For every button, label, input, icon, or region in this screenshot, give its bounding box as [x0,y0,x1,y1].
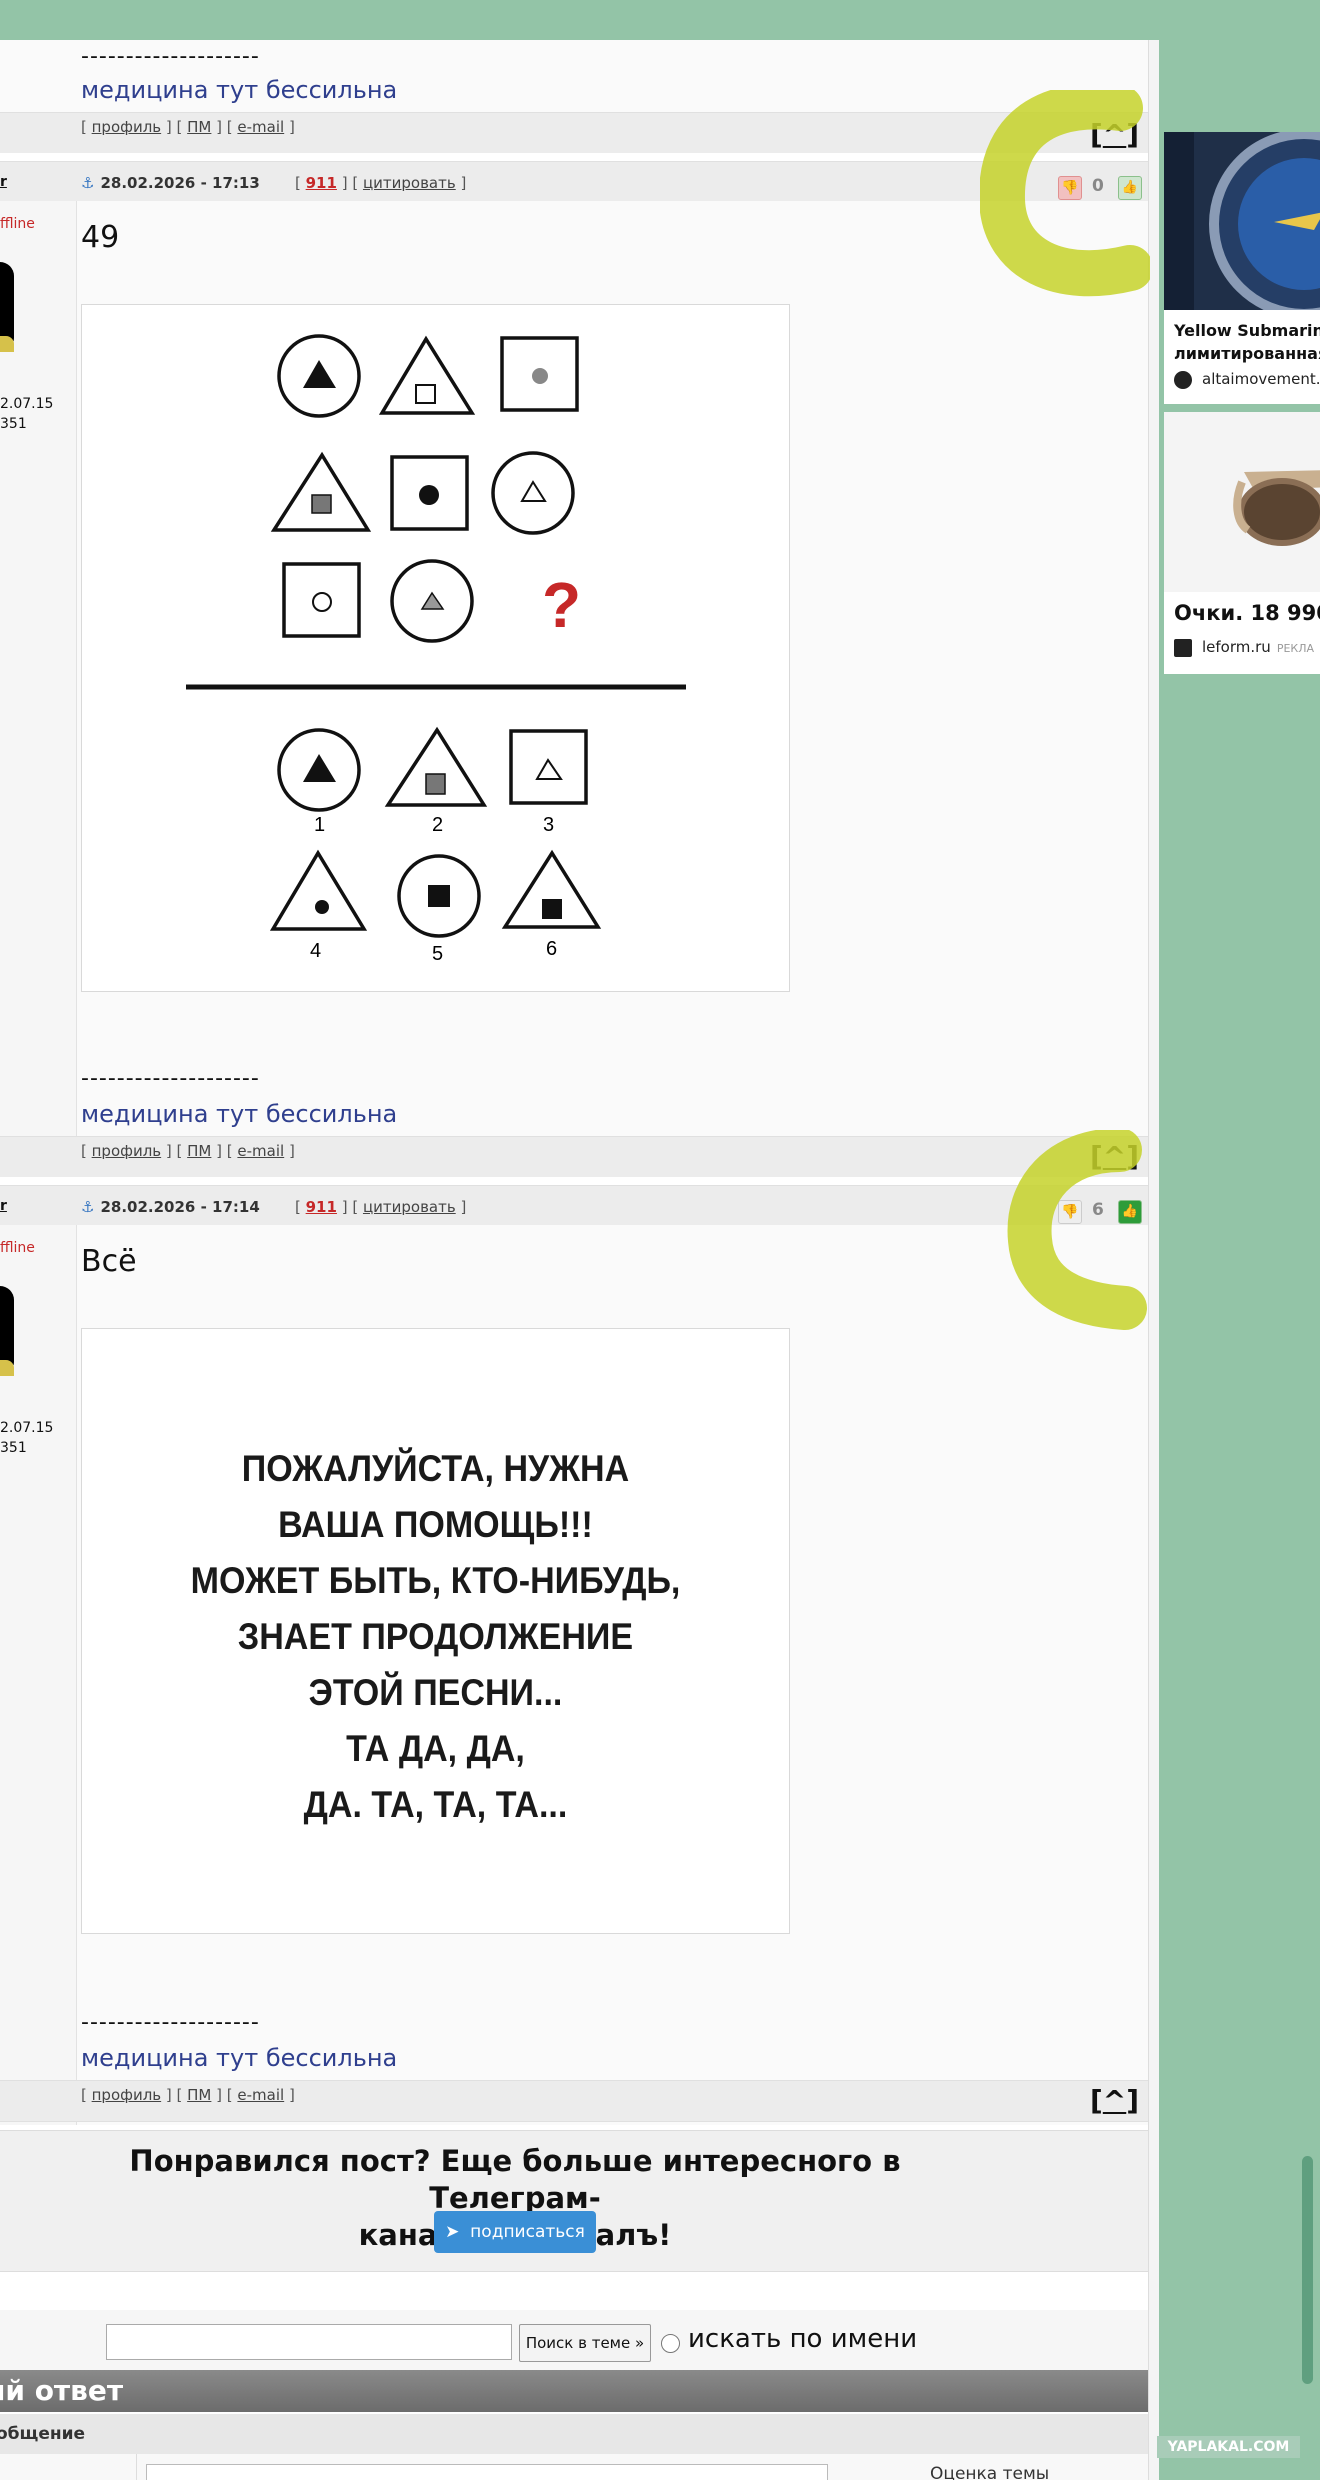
post-text: 49 [81,220,120,255]
pm-link[interactable]: ПМ [187,1142,211,1160]
search-by-name-checkbox[interactable] [661,2334,680,2353]
answer-label: 2 [432,814,443,836]
avatar[interactable] [0,1286,14,1376]
sunglasses-image [1164,412,1320,592]
ad-card[interactable]: Очки. 18 990 ₽ leform.ruРЕКЛА [1164,412,1320,674]
question-mark: ? [542,569,581,641]
reg-date: 2.07.15 [0,1420,54,1436]
post-header: ⚓ 28.02.2026 - 17:14 [ 911 ] [ цитировать… [81,1198,467,1216]
profile-link[interactable]: профиль [92,1142,162,1160]
answer-label: 6 [546,938,557,960]
post-number-link[interactable]: 911 [306,1198,337,1216]
author-name[interactable]: r [0,1198,7,1214]
telegram-icon: ➤ [445,2222,460,2242]
online-status: ffline [0,1240,35,1256]
profile-link[interactable]: профиль [92,118,162,136]
meme-image[interactable]: ПОЖАЛУЙСТА, НУЖНА ВАША ПОМОЩЬ!!! МОЖЕТ Б… [81,1328,790,1934]
reply-textarea[interactable] [146,2464,828,2480]
meme-line: ДА. ТА, ТА, ТА... [303,1784,568,1825]
brand-icon [1174,638,1192,657]
message-label-bar: общение [0,2414,1150,2454]
separator [0,153,1150,161]
author-name[interactable]: r [0,174,7,190]
ad-card[interactable]: Yellow Submarine лимитированная altaimove… [1164,132,1320,404]
meme-line: ВАША ПОМОЩЬ!!! [278,1504,593,1545]
post-date: 28.02.2026 - 17:13 [100,174,260,192]
answer-label: 3 [543,814,554,836]
subscribe-button[interactable]: ➤ подписаться [434,2211,596,2253]
search-button[interactable]: Поиск в теме » [519,2324,651,2362]
ad-title: Yellow Submarine лимитированная [1174,321,1320,363]
answer-label: 5 [432,943,443,965]
watch-image [1164,132,1320,310]
anchor-icon[interactable]: ⚓ [81,174,94,192]
signature-dashes: -------------------- [81,1066,260,1091]
post-count: 351 [0,1440,27,1456]
post-number-link[interactable]: 911 [306,174,337,192]
rating-label: Оценка темы [930,2464,1050,2480]
site-watermark: YAPLAKAL.COM [1157,2436,1300,2458]
meme-line: ПОЖАЛУЙСТА, НУЖНА [241,1448,630,1489]
quote-link[interactable]: цитировать [363,174,456,192]
avatar[interactable] [0,262,14,352]
puzzle-svg: ? 1 2 3 4 5 6 [186,334,686,965]
post-text: Всё [81,1244,137,1279]
post-links: [ профиль ] [ ПМ ] [ e-mail ] [81,1142,295,1160]
quote-link[interactable]: цитировать [363,1198,456,1216]
reply-area: Оценка темы 124 [0,2454,1150,2480]
quick-reply-header: ый ответ [0,2370,1150,2412]
post-links: [ профиль ] [ ПМ ] [ e-mail ] [81,2086,295,2104]
email-link[interactable]: e-mail [237,118,284,136]
ad-title: Очки. 18 990 ₽ [1174,601,1320,625]
highlight-stroke [980,90,1150,297]
forum-main: -------------------- медицина тут бессил… [0,40,1159,2480]
highlight-stroke [1007,1130,1147,1330]
meme-line: МОЖЕТ БЫТЬ, КТО-НИБУДЬ, [190,1560,681,1601]
signature-motto: медицина тут бессильна [81,2044,398,2072]
puzzle-image[interactable]: ? 1 2 3 4 5 6 [81,304,790,992]
post-header: ⚓ 28.02.2026 - 17:13 [ 911 ] [ цитировать… [81,174,467,192]
pm-link[interactable]: ПМ [187,2086,211,2104]
search-by-name-label: искать по имени [688,2324,918,2354]
pm-link[interactable]: ПМ [187,118,211,136]
search-input[interactable] [106,2324,512,2360]
post-date: 28.02.2026 - 17:14 [100,1198,260,1216]
email-link[interactable]: e-mail [237,1142,284,1160]
meme-line: ТА ДА, ДА, [346,1728,525,1769]
signature-dashes: -------------------- [81,44,260,69]
meme-line: ЗНАЕТ ПРОДОЛЖЕНИЕ [237,1616,634,1657]
ad-source: leform.ru РЕКЛА [1174,638,1314,657]
answer-label: 4 [310,940,321,962]
telegram-promo: Понравился пост? Еще больше интересного … [0,2130,1150,2272]
post-links: [ профиль ] [ ПМ ] [ e-mail ] [81,118,295,136]
online-status: ffline [0,216,35,232]
brand-icon [1174,370,1192,389]
ad-source: altaimovement.r [1174,370,1320,389]
email-link[interactable]: e-mail [237,2086,284,2104]
page-scrollbar[interactable] [1302,2156,1313,2384]
signature-motto: медицина тут бессильна [81,76,398,104]
signature-dashes: -------------------- [81,2010,260,2035]
signature-motto: медицина тут бессильна [81,1100,398,1128]
separator [0,1177,1150,1185]
meme-line: ЭТОЙ ПЕСНИ... [308,1672,563,1713]
anchor-icon[interactable]: ⚓ [81,1198,94,1216]
scroll-up-link[interactable]: [^] [1090,2084,1139,2117]
post-count: 351 [0,416,27,432]
topic-search: Поиск в теме » искать по имени [0,2310,1150,2370]
answer-label: 1 [314,814,325,836]
reg-date: 2.07.15 [0,396,54,412]
reply-left-column [0,2454,137,2480]
profile-link[interactable]: профиль [92,2086,162,2104]
